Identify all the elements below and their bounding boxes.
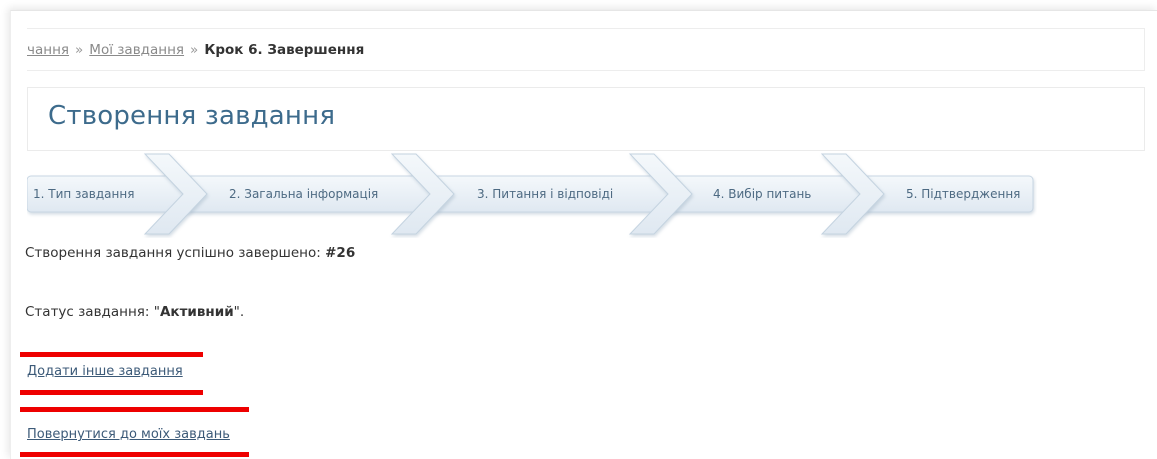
task-status-value: Активний [159, 304, 234, 320]
page-title-box: Створення завдання [27, 87, 1145, 151]
highlight-bar [20, 407, 249, 412]
page-title: Створення завдання [48, 101, 336, 131]
highlight-bar [20, 390, 203, 395]
add-another-task-link[interactable]: Додати інше завдання [27, 364, 183, 379]
task-number: #26 [325, 245, 356, 261]
task-status-prefix: Статус завдання: " [25, 304, 160, 320]
highlight-bar [20, 352, 203, 357]
breadcrumb-separator: » [75, 42, 84, 58]
back-to-my-tasks-link[interactable]: Повернутися до моїх завдань [27, 427, 230, 442]
breadcrumb-link-parent[interactable]: чання [27, 42, 69, 58]
step-5-confirmation: 5. Підтвердження [906, 187, 1021, 201]
success-message: Створення завдання успішно завершено: #2… [25, 245, 355, 261]
wizard-steps: 1. Тип завдання 2. Загальна інформація 3… [27, 152, 1037, 238]
task-status-suffix: ". [233, 304, 245, 320]
breadcrumb-current: Крок 6. Завершення [204, 42, 365, 58]
task-status: Статус завдання: "Активний". [25, 304, 244, 320]
step-3-questions-answers: 3. Питання і відповіді [477, 187, 614, 201]
breadcrumb-link-my-tasks[interactable]: Мої завдання [89, 42, 184, 58]
highlight-bar [20, 452, 249, 457]
step-1-type: 1. Тип завдання [33, 187, 135, 201]
step-2-general-info: 2. Загальна інформація [229, 187, 379, 201]
breadcrumb: чання » Мої завдання » Крок 6. Завершення [27, 28, 1145, 71]
breadcrumb-separator: » [190, 42, 199, 58]
step-4-select-questions: 4. Вибір питань [713, 187, 812, 201]
success-message-text: Створення завдання успішно завершено: [25, 245, 321, 261]
